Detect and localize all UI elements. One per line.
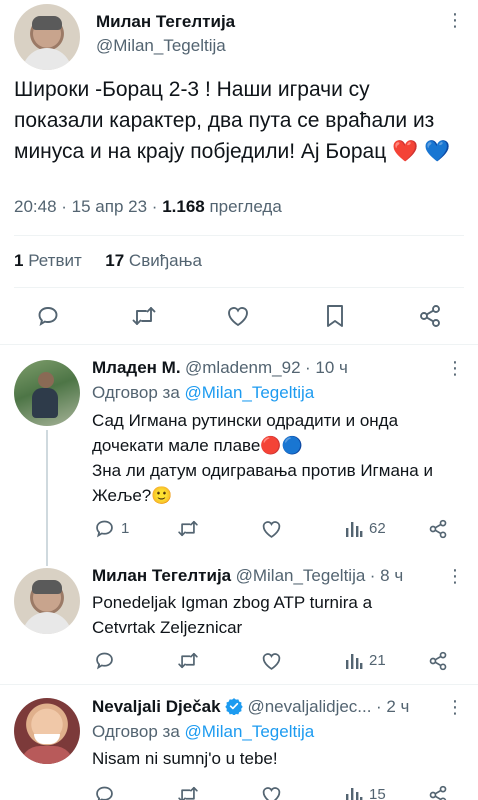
reply-count: 1 (121, 520, 130, 537)
reply-button[interactable]: 1 (94, 518, 129, 539)
reply-to-handle[interactable]: @Milan_Tegeltija (185, 722, 315, 741)
likes-count: 17 (105, 251, 125, 270)
retweet-icon (178, 652, 198, 669)
reply-to-label: Одговор за (92, 722, 180, 741)
heart-icon (228, 307, 248, 327)
reply-author-handle[interactable]: @mladenm_92 (185, 358, 301, 377)
share-icon (429, 785, 447, 800)
reply-text: Nisam ni sumnj'o u tebe! (92, 746, 472, 771)
reply-text-line: Сад Игмана рутински одрадити и онда (92, 411, 399, 430)
views-icon (346, 788, 363, 800)
share-icon (420, 305, 440, 327)
reply-icon (38, 307, 58, 327)
reply-to: Одговор за @Milan_Tegeltija (92, 383, 314, 403)
reply-button[interactable] (94, 650, 115, 671)
retweet-icon (178, 520, 198, 537)
reply-author-handle[interactable]: @nevaljalidjec... (247, 697, 371, 716)
reply-text-line: Жеље?🙂 (92, 486, 173, 505)
views-button[interactable]: 15 (345, 785, 386, 800)
reply-icon (96, 520, 113, 538)
verified-badge-icon (225, 697, 243, 720)
reply-icon (96, 786, 113, 800)
share-button[interactable] (428, 785, 448, 800)
retweet-button[interactable] (177, 518, 199, 539)
heart-icon (262, 653, 281, 670)
retweet-stat[interactable]: 1 Ретвит (14, 251, 87, 270)
retweet-button[interactable] (177, 784, 199, 800)
share-button[interactable] (428, 519, 448, 539)
views-icon (346, 522, 363, 537)
views-count: 15 (369, 786, 386, 800)
reply-avatar[interactable] (14, 568, 80, 634)
reply-author-name[interactable]: Младен М. (92, 358, 181, 377)
reply-header: Милан Тегелтија @Milan_Tegeltija · 8 ч (92, 566, 403, 586)
reply-button[interactable] (94, 784, 115, 800)
more-options-icon[interactable]: ⋮ (446, 359, 464, 377)
more-options-icon[interactable]: ⋮ (446, 11, 464, 29)
share-icon (429, 519, 447, 539)
likes-label: Свиђања (128, 251, 202, 270)
tweet-meta: 20:48 · 15 апр 23 · 1.168 прегледа (14, 197, 282, 216)
tweet-text: Широки -Борац 2-3 ! Наши играчи су показ… (14, 78, 451, 163)
more-options-icon[interactable]: ⋮ (446, 698, 464, 716)
views-count: 62 (369, 520, 386, 537)
like-button[interactable] (261, 651, 282, 671)
reply-avatar[interactable] (14, 360, 80, 426)
tweet-stats: 1 Ретвит 17 Свиђања (14, 251, 202, 271)
heart-icon (262, 521, 281, 538)
reply-header: Младен М. @mladenm_92 · 10 ч (92, 358, 348, 378)
like-button[interactable] (261, 785, 282, 800)
views-label: прегледа (209, 197, 282, 216)
heart-icon (262, 787, 281, 800)
likes-stat[interactable]: 17 Свиђања (105, 251, 202, 270)
reply-time[interactable]: · 8 ч (370, 566, 403, 585)
reply-button[interactable] (36, 304, 60, 328)
share-icon (429, 651, 447, 671)
retweet-button[interactable] (131, 304, 157, 328)
reply-to-label: Одговор за (92, 383, 180, 402)
reply-author-name[interactable]: Милан Тегелтија (92, 566, 231, 585)
reply-text-line: Ponedeljak Igman zbog ATP turnira a (92, 593, 373, 612)
reply-icon (96, 652, 113, 670)
retweet-button[interactable] (177, 650, 199, 671)
views-icon (346, 654, 363, 669)
reply-text: Сад Игмана рутински одрадити и онда доче… (92, 408, 472, 508)
share-button[interactable] (428, 651, 448, 671)
views-count: 21 (369, 652, 386, 669)
reply-author-handle[interactable]: @Milan_Tegeltija (236, 566, 366, 585)
reply-time[interactable]: · 10 ч (305, 358, 348, 377)
reply-text-line: Зна ли датум одигравања против Игмана и (92, 461, 433, 480)
bookmark-icon (327, 305, 343, 327)
reply-to: Одговор за @Milan_Tegeltija (92, 722, 314, 742)
more-options-icon[interactable]: ⋮ (446, 567, 464, 585)
retweet-count: 1 (14, 251, 24, 270)
reply-text-line: Cetvrtak Zeljeznicar (92, 618, 243, 637)
reply-text: Ponedeljak Igman zbog ATP turnira a Cetv… (92, 590, 472, 640)
reply-text-line: Nisam ni sumnj'o u tebe! (92, 749, 278, 768)
reply-text-line: дочекати мале плаве🔴🔵 (92, 436, 303, 455)
like-button[interactable] (261, 519, 282, 539)
views-count: 1.168 (162, 197, 205, 216)
like-button[interactable] (226, 305, 250, 327)
bookmark-button[interactable] (325, 304, 345, 328)
share-button[interactable] (418, 304, 442, 328)
tweet-time[interactable]: 20:48 (14, 197, 57, 216)
reply-time[interactable]: · 2 ч (376, 697, 409, 716)
author-name[interactable]: Милан Тегелтија (96, 12, 235, 32)
author-handle[interactable]: @Milan_Tegeltija (96, 36, 226, 56)
author-avatar[interactable] (14, 4, 80, 70)
views-button[interactable]: 62 (345, 519, 386, 538)
reply-author-name[interactable]: Nevaljali Dječak (92, 697, 221, 716)
retweet-icon (178, 786, 198, 800)
reply-avatar[interactable] (14, 698, 80, 764)
views-button[interactable]: 21 (345, 651, 386, 670)
retweet-icon (132, 307, 156, 325)
reply-header: Nevaljali Dječak @nevaljalidjec... · 2 ч (92, 697, 409, 720)
reply-to-handle[interactable]: @Milan_Tegeltija (185, 383, 315, 402)
tweet-date[interactable]: 15 апр 23 (72, 197, 147, 216)
thread-line (46, 430, 48, 566)
retweet-label: Ретвит (28, 251, 82, 270)
